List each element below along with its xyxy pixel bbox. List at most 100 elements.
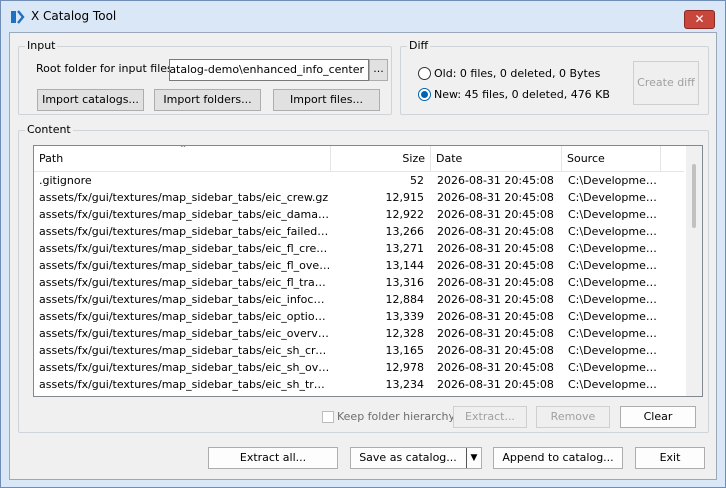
list-row[interactable]: assets/fx/gui/textures/map_sidebar_tabs/… [34, 376, 684, 393]
row-size: 12,884 [385, 293, 425, 306]
row-path: .gitignore [39, 174, 92, 187]
row-path: assets/fx/gui/textures/map_sidebar_tabs/… [39, 327, 331, 340]
row-date: 2026-08-31 20:45:08 [437, 293, 554, 306]
list-row[interactable]: assets/fx/gui/textures/map_sidebar_tabs/… [34, 359, 684, 376]
list-header: ⌃ Path Size Date Source [34, 146, 684, 172]
row-source: C:\Developmen... [568, 344, 658, 357]
column-header-size[interactable]: Size [331, 146, 431, 172]
row-date: 2026-08-31 20:45:08 [437, 208, 554, 221]
row-path: assets/fx/gui/textures/map_sidebar_tabs/… [39, 276, 331, 289]
keep-hierarchy-checkbox[interactable] [322, 411, 334, 423]
file-list[interactable]: ⌃ Path Size Date Source .gitignore 52 2026… [33, 145, 703, 397]
row-path: assets/fx/gui/textures/map_sidebar_tabs/… [39, 191, 329, 204]
browse-button[interactable]: ... [369, 59, 388, 81]
root-folder-label: Root folder for input files: [36, 62, 177, 75]
window-title: X Catalog Tool [31, 9, 117, 23]
list-row[interactable]: assets/fx/gui/textures/map_sidebar_tabs/… [34, 342, 684, 359]
row-path: assets/fx/gui/textures/map_sidebar_tabs/… [39, 293, 331, 306]
old-radio[interactable] [418, 67, 431, 80]
new-radio[interactable] [418, 88, 431, 101]
column-header-path[interactable]: Path [34, 146, 331, 172]
list-row[interactable]: assets/fx/gui/textures/map_sidebar_tabs/… [34, 223, 684, 240]
remove-button[interactable]: Remove [536, 406, 610, 428]
list-row[interactable]: assets/fx/gui/textures/map_sidebar_tabs/… [34, 206, 684, 223]
diff-group-title: Diff [407, 39, 431, 52]
list-row[interactable]: assets/fx/gui/textures/map_sidebar_tabs/… [34, 189, 684, 206]
diff-group: Diff Old: 0 files, 0 deleted, 0 Bytes Ne… [400, 39, 709, 115]
list-row[interactable]: .gitignore 52 2026-08-31 20:45:08 C:\Develo… [34, 172, 684, 189]
row-path: assets/fx/gui/textures/map_sidebar_tabs/… [39, 361, 331, 374]
import-catalogs-button[interactable]: Import catalogs... [37, 89, 144, 111]
row-date: 2026-08-31 20:45:08 [437, 327, 554, 340]
row-size: 13,144 [385, 259, 425, 272]
list-row[interactable]: assets/fx/gui/textures/map_sidebar_tabs/… [34, 257, 684, 274]
row-date: 2026-08-31 20:45:08 [437, 242, 554, 255]
row-size: 12,922 [385, 208, 425, 221]
close-button[interactable]: ✕ [684, 10, 715, 29]
extract-button[interactable]: Extract... [453, 406, 527, 428]
save-as-catalog-button[interactable]: Save as catalog... ▼ [350, 447, 482, 469]
content-group-title: Content [25, 123, 73, 136]
list-row[interactable]: assets/fx/gui/textures/map_sidebar_tabs/… [34, 325, 684, 342]
row-date: 2026-08-31 20:45:08 [437, 225, 554, 238]
row-path: assets/fx/gui/textures/map_sidebar_tabs/… [39, 259, 331, 272]
row-source: C:\Developmen... [568, 225, 658, 238]
column-header-date[interactable]: Date [431, 146, 562, 172]
row-date: 2026-08-31 20:45:08 [437, 344, 554, 357]
row-size: 52 [410, 174, 424, 187]
row-source: C:\Developmen... [568, 293, 658, 306]
row-size: 13,271 [385, 242, 425, 255]
app-window: X Catalog Tool ✕ Input Root folder for i… [0, 0, 726, 488]
row-date: 2026-08-31 20:45:08 [437, 276, 554, 289]
title-bar[interactable]: X Catalog Tool ✕ [1, 1, 725, 31]
row-source: C:\Developmen... [568, 208, 658, 221]
input-group-title: Input [25, 39, 58, 52]
clear-button[interactable]: Clear [620, 406, 696, 428]
list-row[interactable]: assets/fx/gui/textures/map_sidebar_tabs/… [34, 308, 684, 325]
app-icon [11, 10, 25, 24]
save-as-catalog-label: Save as catalog... [359, 451, 457, 464]
scrollbar-thumb[interactable] [692, 164, 696, 228]
row-size: 13,316 [385, 276, 425, 289]
row-source: C:\Developmen... [568, 259, 658, 272]
append-to-catalog-button[interactable]: Append to catalog... [493, 447, 623, 469]
list-row[interactable]: assets/fx/gui/textures/map_sidebar_tabs/… [34, 240, 684, 257]
row-source: C:\Developmen... [568, 361, 658, 374]
row-size: 12,328 [385, 327, 425, 340]
row-path: assets/fx/gui/textures/map_sidebar_tabs/… [39, 225, 331, 238]
exit-button[interactable]: Exit [635, 447, 705, 469]
row-path: assets/fx/gui/textures/map_sidebar_tabs/… [39, 344, 331, 357]
row-source: C:\Developmen... [568, 191, 658, 204]
import-folders-button[interactable]: Import folders... [154, 89, 261, 111]
column-header-source[interactable]: Source [562, 146, 661, 172]
row-size: 13,266 [385, 225, 425, 238]
list-scrollbar[interactable] [686, 146, 702, 396]
row-size: 12,978 [385, 361, 425, 374]
row-source: C:\Developmen... [568, 174, 658, 187]
create-diff-button[interactable]: Create diff [633, 61, 699, 105]
row-date: 2026-08-31 20:45:08 [437, 310, 554, 323]
import-files-button[interactable]: Import files... [273, 89, 380, 111]
extract-all-button[interactable]: Extract all... [208, 447, 338, 469]
row-path: assets/fx/gui/textures/map_sidebar_tabs/… [39, 310, 331, 323]
row-date: 2026-08-31 20:45:08 [437, 174, 554, 187]
row-size: 13,339 [385, 310, 425, 323]
row-source: C:\Developmen... [568, 378, 658, 391]
row-date: 2026-08-31 20:45:08 [437, 259, 554, 272]
input-group: Input Root folder for input files: \cata… [18, 39, 392, 115]
root-folder-input[interactable]: \catalog-demo\enhanced_info_center [169, 59, 369, 81]
new-radio-label[interactable]: New: 45 files, 0 deleted, 476 KB [434, 88, 610, 101]
list-row[interactable]: assets/fx/gui/textures/map_sidebar_tabs/… [34, 291, 684, 308]
chevron-down-icon[interactable]: ▼ [466, 448, 481, 468]
row-size: 12,915 [385, 191, 425, 204]
close-icon: ✕ [694, 12, 705, 26]
keep-hierarchy-label[interactable]: Keep folder hierarchy [337, 410, 455, 423]
row-path: assets/fx/gui/textures/map_sidebar_tabs/… [39, 208, 331, 221]
row-date: 2026-08-31 20:45:08 [437, 378, 554, 391]
old-radio-label[interactable]: Old: 0 files, 0 deleted, 0 Bytes [434, 67, 600, 80]
row-size: 13,234 [385, 378, 425, 391]
row-source: C:\Developmen... [568, 276, 658, 289]
row-date: 2026-08-31 20:45:08 [437, 191, 554, 204]
list-row[interactable]: assets/fx/gui/textures/map_sidebar_tabs/… [34, 274, 684, 291]
row-source: C:\Developmen... [568, 242, 658, 255]
